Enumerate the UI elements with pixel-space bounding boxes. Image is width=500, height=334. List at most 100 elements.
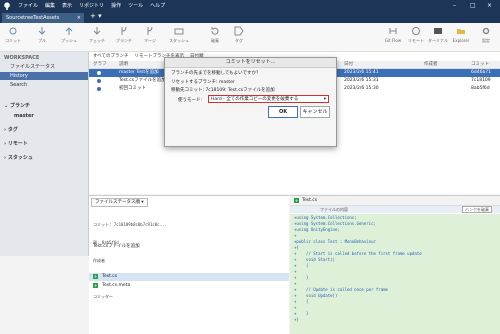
- remote-label: リモート: [408, 38, 424, 43]
- git-flow-button[interactable]: Git Flow: [382, 26, 404, 43]
- menu-help[interactable]: ヘルプ: [150, 2, 165, 9]
- git-flow-label: Git Flow: [384, 38, 402, 43]
- remote-button[interactable]: リモート: [405, 26, 427, 44]
- folder-icon: [457, 29, 465, 34]
- menu-view[interactable]: 表示: [62, 2, 72, 9]
- dialog-question: ブランチの先までを移動してもよいですか？: [171, 71, 261, 76]
- sidebar-workspace-heading: WORKSPACE: [4, 55, 40, 61]
- repo-tab-label: SourcetreeTestAssets: [6, 15, 60, 21]
- row-hash: 6d46b71: [471, 70, 492, 75]
- row-date: 2023/2/6 15:30: [344, 86, 379, 91]
- graph-node-icon: [97, 79, 101, 83]
- commit-info-block: コミット: 7c18109b8c0b7c91c8c... 親: 8ab5f6d …: [93, 210, 167, 312]
- dialog-reset-branch: リセットするブランチ: master: [171, 80, 235, 85]
- discard-button[interactable]: 破棄: [204, 26, 226, 44]
- graph-node-icon: [97, 87, 101, 91]
- stash-icon: [174, 28, 184, 35]
- menu-file[interactable]: ファイル: [18, 2, 38, 9]
- stash-button[interactable]: スタッシュ: [168, 26, 190, 44]
- diff-panel: + Test.cs ファイルの内容 ハンクを破棄 +using System.C…: [290, 195, 500, 334]
- commit-details-panel: ファイルステータス順 ▾ コミット: 7c18109b8c0b7c91c8c..…: [89, 195, 289, 334]
- globe-icon: [412, 27, 420, 35]
- hunk-title: ファイルの内容: [320, 207, 348, 212]
- merge-button[interactable]: マージ: [139, 26, 161, 44]
- sidebar-branches-heading[interactable]: ⌄ ブランチ: [0, 102, 88, 110]
- added-file-icon: +: [294, 198, 299, 203]
- ok-button[interactable]: OK: [268, 106, 298, 118]
- row-description: master Testを追加: [119, 70, 159, 75]
- file-sort-select[interactable]: ファイルステータス順 ▾: [91, 198, 148, 207]
- fetch-icon: [93, 27, 101, 35]
- fetch-button[interactable]: フェッチ: [86, 26, 108, 44]
- graph-node-icon: [97, 71, 101, 75]
- pull-icon: [38, 27, 46, 35]
- close-tab-icon[interactable]: ×: [77, 13, 81, 23]
- sidebar-stash-heading[interactable]: › スタッシュ: [0, 154, 88, 162]
- col-graph[interactable]: グラフ: [93, 61, 107, 68]
- sidebar-item-file-status[interactable]: ファイルステータス: [0, 63, 88, 71]
- row-date: 2023/2/6 15:31: [344, 78, 379, 83]
- toolbar: コミット プル プッシュ フェッチ ブランチ マージ スタッシュ 破棄 タグ G…: [0, 23, 500, 52]
- menu-tools[interactable]: ツール: [128, 2, 143, 9]
- title-bar: ファイル 編集 表示 リポジトリ 操作 ツール ヘルプ – □ ×: [0, 0, 500, 12]
- sidebar-tags-heading[interactable]: › タグ: [0, 126, 88, 134]
- discard-icon: [211, 27, 219, 35]
- menu-actions[interactable]: 操作: [111, 2, 121, 9]
- col-date[interactable]: 日付: [344, 61, 353, 68]
- terminal-button[interactable]: ターミナル: [427, 26, 449, 44]
- tab-strip: SourcetreeTestAssets × + ▾: [0, 12, 500, 23]
- chevron-down-icon: ▾: [323, 97, 326, 102]
- reset-mode-select[interactable]: Hard - 全ての作業コピーの変更を破棄する ▾: [208, 95, 329, 103]
- sourcetree-logo-icon: [4, 2, 10, 10]
- minimize-icon[interactable]: –: [453, 2, 456, 9]
- col-commit[interactable]: コミット: [471, 61, 489, 68]
- file-sort-label: ファイルステータス順: [95, 200, 140, 205]
- explorer-button[interactable]: Explorer: [450, 26, 472, 43]
- add-tab-icon[interactable]: + ▾: [90, 12, 102, 20]
- stash-label-side: スタッシュ: [7, 155, 33, 161]
- branch-button[interactable]: ブランチ: [113, 26, 135, 44]
- cancel-button[interactable]: キャンセル: [300, 106, 330, 118]
- sidebar-remotes-heading[interactable]: › リモート: [0, 140, 88, 148]
- added-file-icon: +: [93, 274, 98, 279]
- pull-button[interactable]: プル: [31, 26, 53, 44]
- commit-committer: コミッター: [93, 294, 113, 299]
- push-label: プッシュ: [61, 38, 77, 43]
- dialog-move-to: 移動先コミット: 7c18109: Test.csファイルを追加: [171, 88, 275, 93]
- tag-button[interactable]: タグ: [228, 26, 250, 44]
- sidebar-item-branch-master[interactable]: master: [0, 112, 88, 120]
- settings-button[interactable]: 設定: [475, 26, 497, 44]
- reset-commit-dialog: コミットをリセット... ブランチの先までを移動してもよいですか？ リセットする…: [164, 57, 337, 147]
- list-item[interactable]: + Test.cs.meta: [89, 282, 289, 290]
- pull-label: プル: [38, 38, 46, 43]
- dialog-title: コミットをリセット...: [165, 58, 336, 68]
- hunk-header: ファイルの内容 ハンクを破棄: [290, 206, 500, 213]
- list-item[interactable]: + Test.cs: [89, 273, 289, 281]
- branch-filter-select[interactable]: すべてのブランチ: [93, 53, 129, 59]
- maximize-icon[interactable]: □: [470, 2, 476, 9]
- sidebar: WORKSPACE ファイルステータス History Search ⌄ ブラン…: [0, 52, 89, 256]
- sidebar-item-history[interactable]: History: [0, 72, 88, 80]
- menu-edit[interactable]: 編集: [45, 2, 55, 9]
- commit-button[interactable]: コミット: [2, 26, 24, 44]
- commit-author: 作成者: [93, 258, 105, 263]
- branches-label: ブランチ: [9, 103, 30, 109]
- tags-label: タグ: [7, 127, 18, 133]
- col-description[interactable]: 説明: [119, 61, 128, 68]
- repo-tab[interactable]: SourcetreeTestAssets ×: [2, 13, 84, 23]
- git-flow-icon: [389, 28, 397, 34]
- terminal-icon: [434, 28, 442, 34]
- diff-line: +}: [294, 317, 299, 322]
- push-button[interactable]: プッシュ: [58, 26, 80, 44]
- merge-icon: [147, 26, 153, 35]
- diff-file-name: Test.cs: [302, 198, 318, 203]
- row-description: Test.csファイルを追加: [119, 78, 166, 83]
- menu-repository[interactable]: リポジトリ: [79, 2, 104, 9]
- row-hash: 8ab5f6d: [471, 86, 490, 91]
- col-author[interactable]: 作成者: [424, 61, 438, 68]
- close-icon[interactable]: ×: [487, 2, 492, 9]
- reset-mode-value: Hard - 全ての作業コピーの変更を破棄する: [211, 97, 299, 102]
- sidebar-item-search[interactable]: Search: [0, 81, 88, 89]
- dialog-mode-label: 使うモード:: [178, 98, 203, 103]
- discard-hunk-button[interactable]: ハンクを破棄: [462, 206, 492, 213]
